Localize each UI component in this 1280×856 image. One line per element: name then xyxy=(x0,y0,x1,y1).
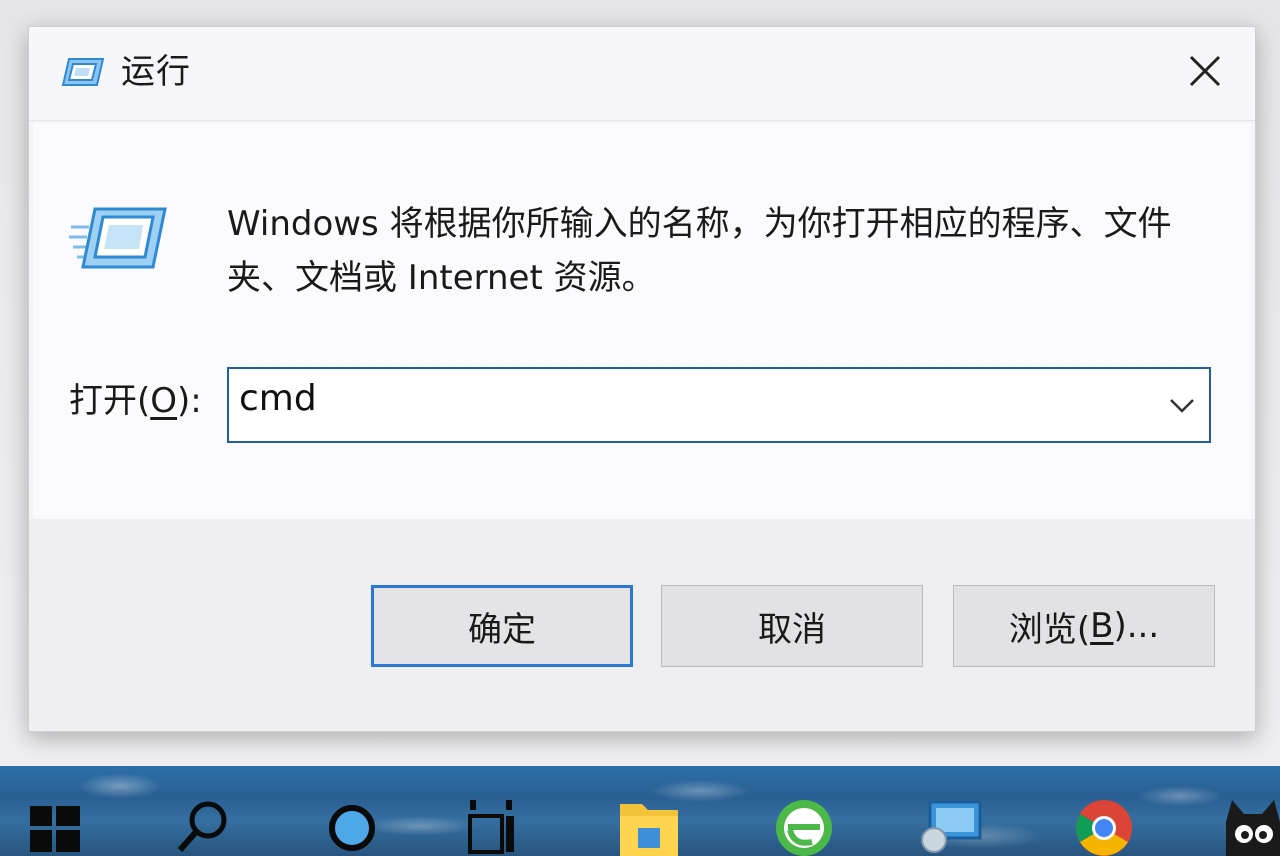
cortana-icon[interactable] xyxy=(322,794,384,856)
browse-button[interactable]: 浏览(B)... xyxy=(953,585,1215,667)
chrome-icon[interactable] xyxy=(1072,794,1134,856)
taskbar xyxy=(0,766,1280,856)
run-app-large-icon xyxy=(69,207,167,269)
command-input[interactable] xyxy=(229,369,1159,441)
file-explorer-icon[interactable] xyxy=(618,794,680,856)
cancel-button[interactable]: 取消 xyxy=(661,585,923,667)
button-bar: 确定 取消 浏览(B)... xyxy=(29,519,1255,731)
close-icon[interactable] xyxy=(1183,49,1227,93)
open-label: 打开(O): xyxy=(69,381,202,421)
remote-desktop-icon[interactable] xyxy=(920,794,982,856)
dialog-description: Windows 将根据你所输入的名称，为你打开相应的程序、文件夹、文档或 Int… xyxy=(227,204,1172,298)
open-combobox[interactable] xyxy=(227,367,1211,443)
mascot-app-icon[interactable] xyxy=(1222,794,1280,856)
run-app-icon xyxy=(61,58,105,86)
run-dialog: 运行 Windows 将根据你所输入的名称，为你打开相应的程序、文件夹、文档或 … xyxy=(28,26,1256,732)
browser-e-icon[interactable] xyxy=(772,794,834,856)
ok-button[interactable]: 确定 xyxy=(371,585,633,667)
title-bar: 运行 xyxy=(29,27,1255,121)
task-view-icon[interactable] xyxy=(462,794,524,856)
search-icon[interactable] xyxy=(172,794,234,856)
window-title: 运行 xyxy=(121,52,191,92)
chevron-down-icon[interactable] xyxy=(1167,391,1197,419)
dialog-content: Windows 将根据你所输入的名称，为你打开相应的程序、文件夹、文档或 Int… xyxy=(33,123,1251,519)
windows-start-icon[interactable] xyxy=(26,794,88,856)
